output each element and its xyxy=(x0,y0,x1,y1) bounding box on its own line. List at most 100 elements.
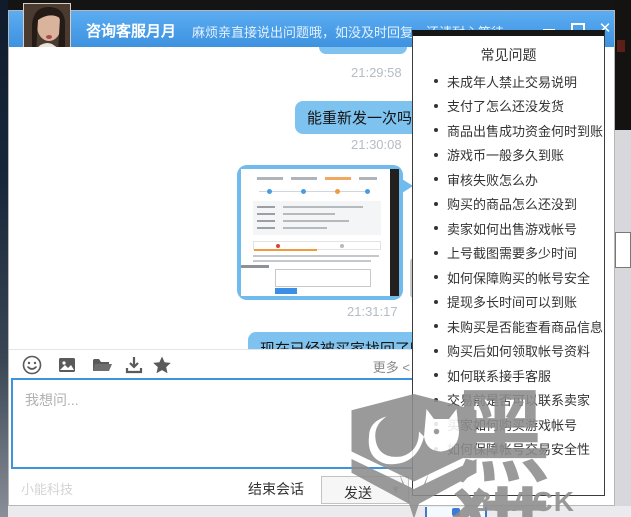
message-bubble-partial xyxy=(319,47,407,54)
bullet-icon xyxy=(434,79,438,84)
thumb-log-text xyxy=(283,206,363,208)
faq-panel: 常见问题 未成年人禁止交易说明 支付了怎么还没发货 商品出售成功资金何时到账 游… xyxy=(412,30,605,496)
faq-item-label: 如何保障帐号交易安全性 xyxy=(447,442,591,458)
send-button[interactable]: 发送 ▼ xyxy=(321,476,409,504)
thumb-step-dot xyxy=(365,189,370,194)
faq-item-label: 如何保障购买的帐号安全 xyxy=(447,270,591,286)
thumb-step-dot xyxy=(335,189,340,194)
thumb-tab-active xyxy=(254,242,317,251)
thumb-log-date xyxy=(257,220,275,222)
thumb-step-dot xyxy=(267,189,272,194)
desktop-background-left xyxy=(0,0,8,517)
thumb-step-label xyxy=(291,177,317,180)
faq-item-label: 购买后如何领取帐号资料 xyxy=(447,344,591,360)
thumb-tab-icon xyxy=(340,244,344,248)
download-icon[interactable] xyxy=(123,354,145,376)
faq-item-label: 未成年人禁止交易说明 xyxy=(447,74,578,90)
faq-item-label: 交易前是否可以联系卖家 xyxy=(447,393,591,409)
thumb-step-label xyxy=(325,177,351,180)
faq-item-label: 未购买是否能查看商品信息 xyxy=(447,319,604,335)
page-behind-bottom xyxy=(8,506,631,517)
faq-item[interactable]: 购买后如何领取帐号资料 xyxy=(434,339,603,364)
bullet-icon xyxy=(434,226,438,231)
faq-item[interactable]: 交易前是否可以联系卖家 xyxy=(434,388,603,413)
faq-item[interactable]: 买家如何购买游戏帐号 xyxy=(434,412,603,437)
timestamp: 21:29:58 xyxy=(351,65,402,80)
faq-item[interactable]: 商品出售成功资金何时到账 xyxy=(434,118,603,143)
bullet-icon xyxy=(434,103,438,108)
message-bubble: 现在已经被买家找回了啊 xyxy=(248,332,420,349)
page-behind-widget xyxy=(615,232,631,268)
thumb-log-text xyxy=(283,213,335,215)
thumb-step-label xyxy=(359,177,377,180)
timestamp: 21:30:08 xyxy=(351,137,402,152)
message-text: 现在已经被买家找回了啊 xyxy=(260,341,420,349)
thumb-paragraph-line xyxy=(253,255,379,257)
page-behind-right xyxy=(613,130,631,517)
more-tools-link[interactable]: 更多 < xyxy=(373,357,410,376)
favorite-star-icon[interactable] xyxy=(151,354,173,376)
message-input[interactable] xyxy=(13,380,417,467)
thumb-tab-icon xyxy=(276,244,280,248)
faq-item[interactable]: 未成年人禁止交易说明 xyxy=(434,69,603,94)
thumb-side-label xyxy=(241,265,269,268)
faq-item-label: 商品出售成功资金何时到账 xyxy=(447,123,604,139)
thumb-tabs xyxy=(253,241,381,251)
avatar-image xyxy=(24,4,70,50)
faq-item[interactable]: 游戏币一般多久到账 xyxy=(434,143,603,168)
faq-item[interactable]: 如何保障购买的帐号安全 xyxy=(434,265,603,290)
desktop-background-accent xyxy=(617,40,625,52)
thumb-submit-button xyxy=(275,288,297,294)
faq-item-label: 上号截图需要多少时间 xyxy=(447,246,578,262)
faq-item[interactable]: 如何联系接手客服 xyxy=(434,363,603,388)
faq-item[interactable]: 上号截图需要多少时间 xyxy=(434,241,603,266)
bullet-icon xyxy=(434,373,438,378)
thumb-log-date xyxy=(257,206,275,208)
thumb-log-text xyxy=(283,220,349,222)
faq-item[interactable]: 审核失败怎么办 xyxy=(434,167,603,192)
bullet-icon xyxy=(434,177,438,182)
image-message-bubble[interactable] xyxy=(237,165,413,300)
faq-item-label: 购买的商品怎么还没到 xyxy=(447,197,578,213)
send-dropdown-caret-icon[interactable]: ▼ xyxy=(390,484,401,496)
timestamp: 21:31:17 xyxy=(347,304,398,319)
faq-item[interactable]: 未购买是否能查看商品信息 xyxy=(434,314,603,339)
bullet-icon xyxy=(434,275,438,280)
page-behind-bottom-dot xyxy=(452,508,460,516)
folder-icon[interactable] xyxy=(91,354,113,376)
thumb-log-date xyxy=(257,227,275,229)
bullet-icon xyxy=(434,348,438,353)
faq-item-label: 支付了怎么还没发货 xyxy=(447,99,565,115)
bullet-icon xyxy=(434,128,438,133)
bullet-icon xyxy=(434,324,438,329)
bullet-icon xyxy=(434,201,438,206)
faq-item[interactable]: 支付了怎么还没发货 xyxy=(434,94,603,119)
thumbnail-dark-edge xyxy=(390,169,399,296)
screen: 咨询客服月月 麻烦亲直接说出问题哦，如没及时回复，还请耐心等待。 ✕ 21:29… xyxy=(0,0,631,517)
faq-item-label: 提现多长时间可以到账 xyxy=(447,295,578,311)
bullet-icon xyxy=(434,397,438,402)
vendor-brand: 小能科技 xyxy=(21,482,74,497)
composer-toolbar: 更多 < xyxy=(9,349,420,379)
faq-heading: 常见问题 xyxy=(480,47,537,63)
faq-item-label: 买家如何购买游戏帐号 xyxy=(447,417,578,433)
desktop-background-right-top xyxy=(613,0,631,130)
thumb-step-dot xyxy=(301,189,306,194)
screenshot-thumbnail[interactable] xyxy=(241,169,399,296)
thumb-textarea xyxy=(275,269,371,287)
bullet-icon xyxy=(434,152,438,157)
faq-item[interactable]: 购买的商品怎么还没到 xyxy=(434,192,603,217)
agent-avatar xyxy=(23,3,71,51)
bullet-icon xyxy=(434,299,438,304)
end-session-button[interactable]: 结束会话 xyxy=(248,479,304,499)
image-icon[interactable] xyxy=(56,354,78,376)
faq-item[interactable]: 提现多长时间可以到账 xyxy=(434,290,603,315)
composer xyxy=(11,378,419,469)
thumb-step-label xyxy=(257,177,283,180)
thumb-log-list xyxy=(253,201,381,235)
bullet-icon xyxy=(434,250,438,255)
faq-item[interactable]: 卖家如何出售游戏帐号 xyxy=(434,216,603,241)
emoji-icon[interactable] xyxy=(21,354,43,376)
faq-item[interactable]: 如何保障帐号交易安全性 xyxy=(434,437,603,462)
chat-history[interactable]: 21:29:58 能重新发一次吗 21:30:08 21:31:17 xyxy=(9,47,420,349)
